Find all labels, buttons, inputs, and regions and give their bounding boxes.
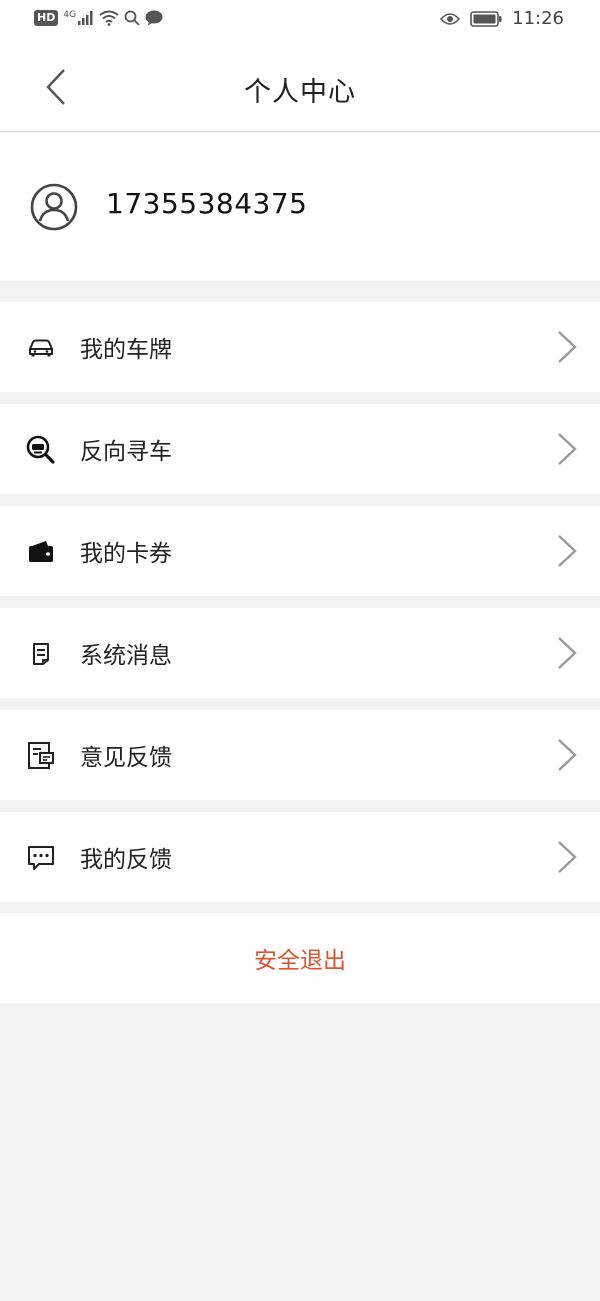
- menu-item-my-feedback[interactable]: 我的反馈: [0, 812, 600, 902]
- chevron-right-icon: [558, 535, 577, 567]
- menu-item-license-plate[interactable]: 我的车牌: [0, 302, 600, 392]
- status-right: 11:26: [440, 8, 564, 29]
- menu-item-coupons[interactable]: 我的卡券: [0, 506, 600, 596]
- signal-icon: [78, 11, 93, 25]
- nav-bar: 个人中心: [0, 42, 600, 132]
- chevron-right-icon: [558, 331, 577, 363]
- wallet-icon: [29, 541, 53, 562]
- logout-label: 安全退出: [254, 948, 346, 974]
- user-phone: 17355384375: [106, 187, 308, 220]
- eye-icon: [440, 12, 461, 25]
- car-search-icon: [26, 435, 55, 464]
- menu-item-find-car[interactable]: 反向寻车: [0, 404, 600, 494]
- car-icon: [29, 339, 53, 357]
- profile-card[interactable]: 17355384375: [0, 133, 600, 281]
- status-left: HD 4G: [34, 10, 163, 26]
- chat-status-icon: [145, 10, 163, 26]
- user-circle-icon: [30, 183, 78, 231]
- chevron-right-icon: [558, 739, 577, 771]
- wifi-icon: [99, 10, 119, 26]
- menu-item-label: 意见反馈: [80, 745, 172, 771]
- page-title: 个人中心: [244, 77, 356, 108]
- network-label: 4G: [63, 10, 77, 20]
- status-time: 11:26: [512, 8, 564, 29]
- menu-item-label: 我的卡券: [80, 541, 172, 567]
- chat-bubble-icon: [28, 846, 54, 870]
- chevron-right-icon: [558, 841, 577, 873]
- status-bar: HD 4G 11:26: [0, 0, 600, 42]
- logout-button[interactable]: 安全退出: [0, 913, 600, 1003]
- hd-badge: HD: [34, 10, 59, 26]
- battery-icon: [470, 10, 502, 27]
- search-status-icon: [124, 10, 140, 26]
- chevron-right-icon: [558, 433, 577, 465]
- menu-item-label: 系统消息: [80, 643, 172, 669]
- feedback-form-icon: [28, 742, 54, 769]
- message-note-icon: [33, 643, 49, 665]
- menu-item-feedback[interactable]: 意见反馈: [0, 710, 600, 800]
- menu-item-system-messages[interactable]: 系统消息: [0, 608, 600, 698]
- menu-item-label: 反向寻车: [80, 439, 172, 465]
- menu-item-label: 我的车牌: [80, 337, 172, 363]
- chevron-right-icon: [558, 637, 577, 669]
- menu-item-label: 我的反馈: [80, 847, 172, 873]
